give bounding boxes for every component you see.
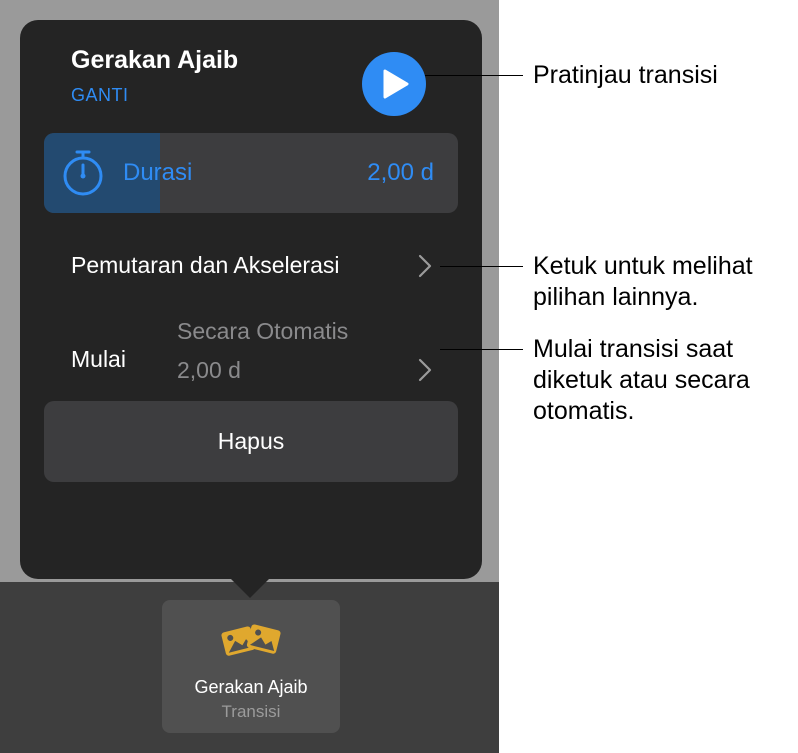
stopwatch-icon [63,150,103,196]
callout-line-options [440,266,523,267]
start-label: Mulai [71,346,126,372]
playback-acceleration-row[interactable]: Pemutaran dan Akselerasi [44,240,458,290]
popover-arrow [230,578,270,598]
callout-options: Ketuk untuk melihat pilihan lainnya. [533,251,753,313]
start-value-delay: 2,00 d [177,357,241,383]
duration-value: 2,00 d [367,159,434,186]
start-value-mode: Secara Otomatis [177,318,349,344]
duration-label: Durasi [123,159,193,186]
popover-title: Gerakan Ajaib [71,46,239,74]
magic-move-icon [221,624,281,656]
stage: Gerakan Ajaib Transisi Gerakan Ajaib GAN… [0,0,798,753]
delete-label: Hapus [217,428,285,454]
callout-start: Mulai transisi saat diketuk atau secara … [533,334,750,427]
callout-start-line3: otomatis. [533,397,635,425]
callout-start-line1: Mulai transisi saat [533,335,734,363]
transition-popover: Gerakan Ajaib GANTI Durasi 2,00 d Pemuta… [20,20,482,579]
delete-button[interactable]: Hapus [44,401,458,482]
transition-tile-magic-move[interactable]: Gerakan Ajaib Transisi [162,600,340,733]
change-link[interactable]: GANTI [71,85,129,106]
callout-preview-text: Pratinjau transisi [533,61,718,89]
duration-slider[interactable]: Durasi 2,00 d [44,133,458,213]
chevron-right-icon [418,254,432,278]
tile-title: Gerakan Ajaib [194,677,308,697]
preview-play-button[interactable] [362,52,426,116]
callout-line-start [440,349,523,350]
callout-preview: Pratinjau transisi [533,60,718,91]
chevron-right-icon [418,358,432,382]
callout-line-preview [425,75,523,76]
playback-acceleration-label: Pemutaran dan Akselerasi [71,252,340,278]
callout-start-line2: diketuk atau secara [533,366,750,394]
callout-options-line1: Ketuk untuk melihat [533,252,753,280]
tile-subtitle: Transisi [221,702,281,721]
play-icon [383,69,409,99]
start-row[interactable]: Mulai Secara Otomatis 2,00 d [44,312,458,402]
callout-options-line2: pilihan lainnya. [533,283,699,311]
